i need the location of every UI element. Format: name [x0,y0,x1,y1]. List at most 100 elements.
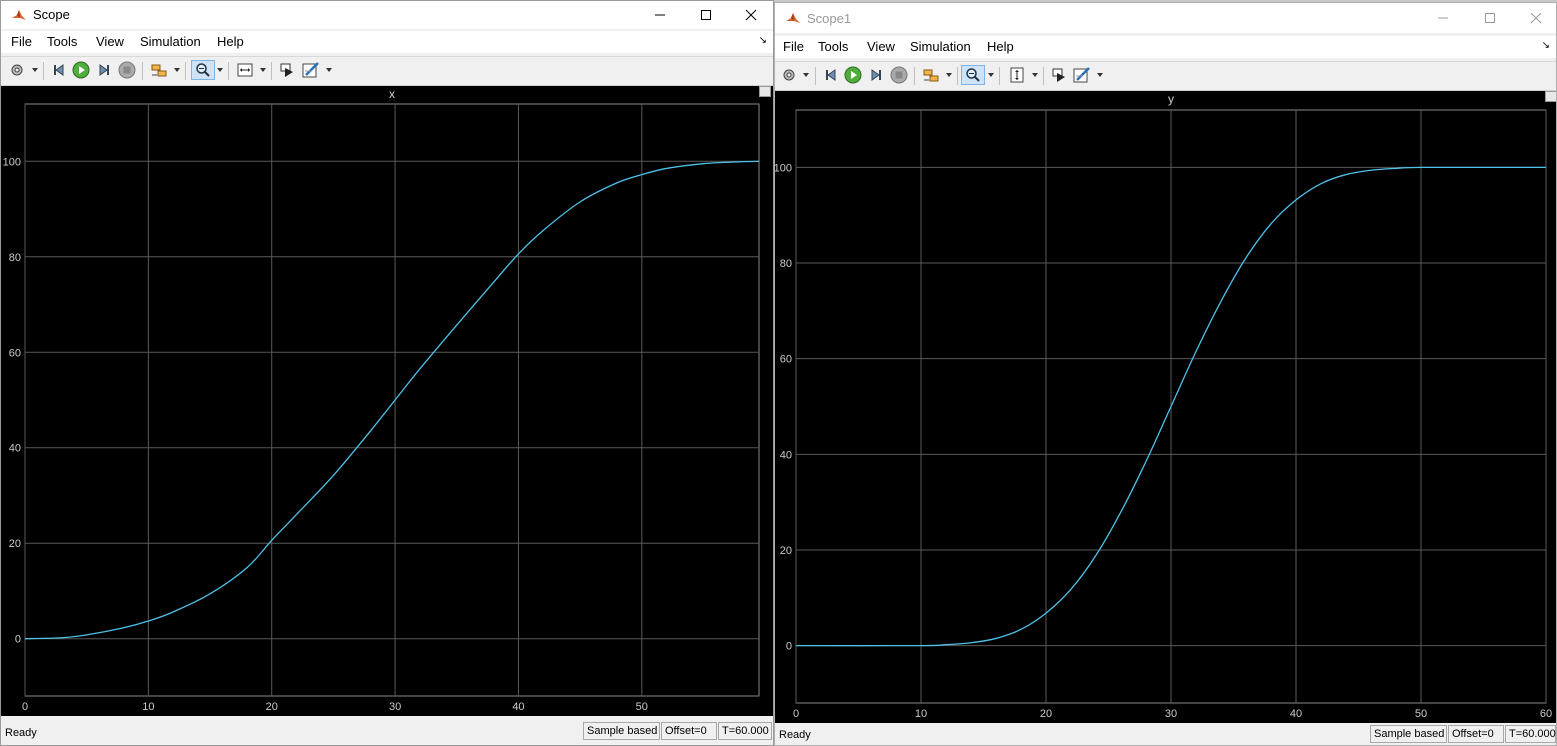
close-button[interactable] [728,1,773,29]
status-bar: Ready Sample based Offset=0 T=60.000 [775,723,1556,745]
toolbar-separator [271,62,272,80]
maximize-button[interactable] [683,1,729,29]
chevron-down-icon[interactable] [946,73,952,77]
menu-view[interactable]: View [867,39,895,54]
chevron-down-icon[interactable] [260,68,266,72]
restore-icon[interactable] [759,86,771,97]
x-tick-label: 50 [1415,708,1427,720]
status-offset: Offset=0 [1448,725,1504,743]
menu-simulation[interactable]: Simulation [140,34,201,49]
x-tick-label: 10 [915,708,927,720]
menu-help[interactable]: Help [217,34,244,49]
status-time: T=60.000 [1505,725,1556,743]
menu-tools[interactable]: Tools [818,39,848,54]
toolbar [1,56,773,86]
y-tick-label: 60 [9,347,21,359]
zoom-icon[interactable] [191,60,215,80]
step-back-icon[interactable] [821,65,841,85]
scope-window: Scope File Tools View Simulation Help ↘ [0,0,774,746]
plot-area[interactable]: y 0 10 20 30 40 50 60 0 20 40 60 80 100 [775,91,1556,725]
dock-icon[interactable]: ↘ [759,35,767,46]
highlight-block-icon[interactable] [1049,65,1069,85]
toolbar-separator [914,67,915,85]
signal-select-icon[interactable] [149,60,169,80]
x-tick-label: 0 [22,701,28,713]
chart-title: x [389,87,395,101]
x-tick-label: 0 [793,708,799,720]
x-tick-label: 40 [512,701,524,713]
title-bar[interactable]: Scope [1,1,773,29]
toolbar-separator [43,62,44,80]
menu-file[interactable]: File [11,34,32,49]
menu-simulation[interactable]: Simulation [910,39,971,54]
scope1-window: Scope1 File Tools View Simulation Help ↘ [774,2,1557,746]
run-icon[interactable] [71,60,91,80]
dock-icon[interactable]: ↘ [1542,40,1550,51]
x-tick-label: 10 [142,701,154,713]
scope-chart-y[interactable]: y 0 10 20 30 40 50 60 0 20 40 60 80 100 [775,91,1556,725]
matlab-icon [11,7,27,23]
scope-chart-x[interactable]: x 0 10 20 30 40 50 0 20 40 60 80 100 [1,86,773,716]
window-title: Scope [33,7,70,22]
menu-bar: File Tools View Simulation Help ↘ [1,31,773,53]
maximize-button[interactable] [1467,3,1513,33]
y-tick-label: 80 [9,252,21,264]
step-forward-icon[interactable] [866,65,886,85]
chevron-down-icon[interactable] [217,68,223,72]
restore-icon[interactable] [1545,91,1556,102]
stop-icon[interactable] [117,60,137,80]
y-tick-label: 40 [9,443,21,455]
edit-style-icon[interactable] [301,60,321,80]
x-tick-label: 40 [1290,708,1302,720]
zoom-icon[interactable] [961,65,985,85]
step-forward-icon[interactable] [94,60,114,80]
title-bar[interactable]: Scope1 [775,3,1556,33]
close-button[interactable] [1513,3,1556,33]
chevron-down-icon[interactable] [1032,73,1038,77]
menu-tools[interactable]: Tools [47,34,77,49]
toolbar-separator [142,62,143,80]
y-tick-label: 60 [780,354,792,366]
chevron-down-icon[interactable] [988,73,994,77]
toolbar-separator [1043,67,1044,85]
menu-bar: File Tools View Simulation Help ↘ [775,36,1556,58]
toolbar [775,61,1556,91]
y-tick-label: 20 [780,545,792,557]
y-tick-label: 40 [780,449,792,461]
chevron-down-icon[interactable] [174,68,180,72]
status-offset: Offset=0 [661,722,717,740]
scale-axes-icon[interactable] [1007,65,1027,85]
stop-icon[interactable] [889,65,909,85]
edit-style-icon[interactable] [1072,65,1092,85]
highlight-block-icon[interactable] [277,60,297,80]
y-tick-label: 100 [3,156,21,168]
scale-axes-icon[interactable] [235,60,255,80]
run-icon[interactable] [843,65,863,85]
toolbar-separator [228,62,229,80]
chevron-down-icon[interactable] [1097,73,1103,77]
chevron-down-icon[interactable] [326,68,332,72]
status-sample-mode: Sample based [583,722,660,740]
status-bar: Ready Sample based Offset=0 T=60.000 [1,719,773,745]
signal-select-icon[interactable] [921,65,941,85]
gear-icon[interactable] [779,65,799,85]
minimize-button[interactable] [637,1,683,29]
y-tick-label: 100 [775,162,792,174]
plot-area[interactable]: x 0 10 20 30 40 50 0 20 40 60 80 100 [1,86,773,716]
x-tick-label: 60 [1540,708,1552,720]
chart-title: y [1168,92,1174,106]
step-back-icon[interactable] [49,60,69,80]
x-tick-label: 30 [1165,708,1177,720]
menu-view[interactable]: View [96,34,124,49]
menu-help[interactable]: Help [987,39,1014,54]
minimize-button[interactable] [1420,3,1466,33]
gear-icon[interactable] [7,60,27,80]
chevron-down-icon[interactable] [803,73,809,77]
matlab-icon [785,10,801,26]
toolbar-separator [815,67,816,85]
status-ready: Ready [779,729,811,741]
chevron-down-icon[interactable] [32,68,38,72]
menu-file[interactable]: File [783,39,804,54]
toolbar-separator [999,67,1000,85]
status-sample-mode: Sample based [1370,725,1447,743]
